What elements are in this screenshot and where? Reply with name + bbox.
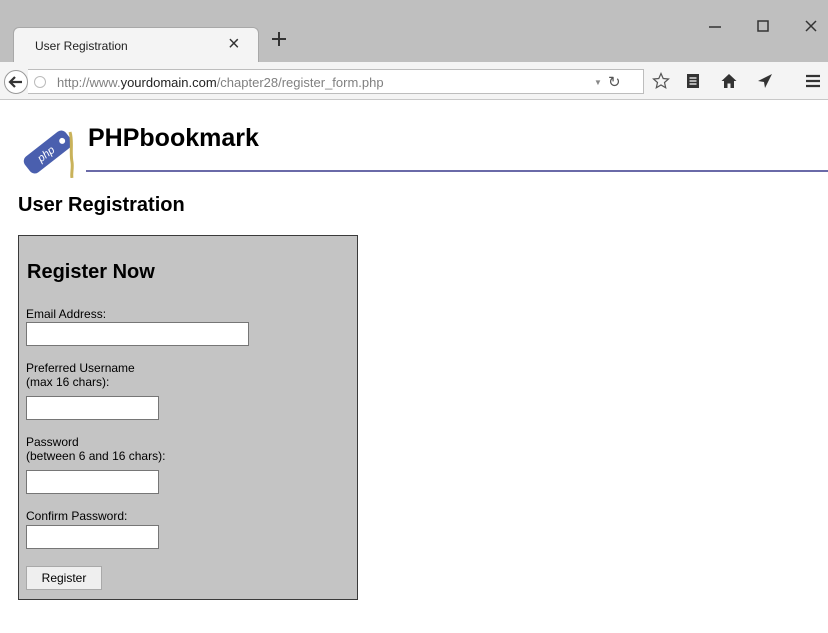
back-button[interactable] — [4, 70, 28, 94]
confirm-password-field[interactable] — [26, 525, 159, 549]
page-content: php PHPbookmark User Registration Regist… — [0, 101, 828, 633]
username-label-line2: (max 16 chars): — [26, 375, 110, 389]
password-field[interactable] — [26, 470, 159, 494]
globe-icon — [34, 76, 46, 88]
page-title: User Registration — [18, 194, 185, 216]
password-label-line1: Password — [26, 435, 79, 449]
register-button[interactable]: Register — [26, 566, 102, 590]
minimize-icon[interactable] — [706, 18, 724, 34]
header-divider — [86, 170, 828, 172]
username-label-line1: Preferred Username — [26, 361, 135, 375]
home-icon[interactable] — [720, 72, 738, 90]
password-label-line2: (between 6 and 16 chars): — [26, 449, 166, 463]
username-field[interactable] — [26, 396, 159, 420]
menu-icon[interactable] — [804, 72, 822, 90]
reload-icon[interactable]: ↻ — [608, 73, 621, 91]
tab-close-icon[interactable]: × — [228, 32, 240, 56]
registration-form: Register Now Email Address: Preferred Us… — [18, 235, 358, 600]
site-title: PHPbookmark — [88, 124, 259, 152]
php-logo-icon: php — [23, 130, 74, 178]
maximize-icon[interactable] — [754, 18, 772, 34]
send-icon[interactable] — [756, 72, 774, 90]
email-field[interactable] — [26, 322, 249, 346]
form-title: Register Now — [27, 261, 155, 283]
browser-navbar: http://www.yourdomain.com/chapter28/regi… — [0, 62, 828, 100]
email-label: Email Address: — [26, 307, 107, 321]
star-icon[interactable] — [652, 72, 670, 90]
new-tab-plus-icon[interactable] — [270, 30, 288, 48]
address-bar[interactable]: http://www.yourdomain.com/chapter28/regi… — [28, 69, 644, 94]
browser-titlebar: User Registration × — [0, 0, 828, 62]
url-text: http://www.yourdomain.com/chapter28/regi… — [57, 75, 384, 90]
tab-title: User Registration — [35, 39, 128, 53]
browser-tab[interactable]: User Registration × — [13, 27, 259, 62]
back-arrow-icon — [8, 76, 22, 88]
confirm-password-label: Confirm Password: — [26, 509, 128, 523]
close-icon[interactable] — [802, 18, 820, 34]
reading-list-icon[interactable] — [684, 72, 702, 90]
dropdown-arrow-icon[interactable]: ▼ — [594, 78, 602, 87]
